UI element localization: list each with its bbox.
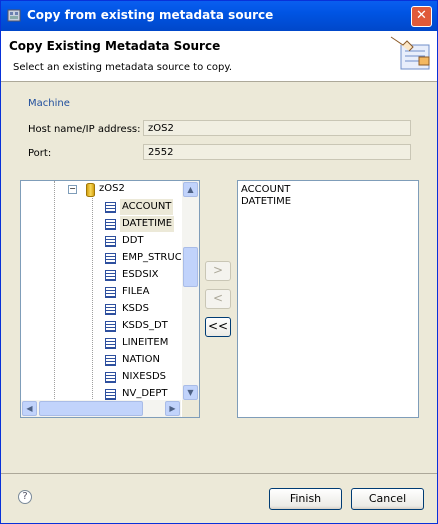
tree-node[interactable]: ACCOUNT — [120, 199, 174, 215]
host-label: Host name/IP address: — [28, 124, 141, 135]
port-field[interactable]: 2552 — [143, 144, 411, 160]
table-icon — [105, 372, 116, 383]
scroll-corner — [182, 400, 199, 417]
tree-node[interactable]: KSDS — [120, 301, 151, 317]
table-icon — [105, 202, 116, 213]
collapse-icon[interactable]: − — [68, 185, 77, 194]
page-title: Copy Existing Metadata Source — [9, 39, 221, 53]
help-icon[interactable]: ? — [18, 490, 32, 504]
tree-node[interactable]: DATETIME — [120, 216, 175, 232]
tree-node[interactable]: NATION — [120, 352, 162, 368]
page-subtitle: Select an existing metadata source to co… — [13, 62, 233, 73]
metadata-tree[interactable]: − zOS2 ACCOUNT DATETIME DDT EMP_STRUC ESDSIX… — [20, 180, 200, 418]
app-icon — [7, 9, 21, 22]
tree-node[interactable]: ESDSIX — [120, 267, 161, 283]
database-icon — [86, 183, 95, 197]
scroll-thumb-horizontal[interactable] — [39, 401, 143, 416]
table-icon — [105, 219, 116, 230]
table-icon — [105, 253, 116, 264]
scroll-thumb[interactable] — [183, 247, 198, 287]
table-icon — [105, 321, 116, 332]
table-icon — [105, 304, 116, 315]
cancel-button[interactable]: Cancel — [351, 488, 424, 510]
tree-node[interactable]: DDT — [120, 233, 146, 249]
list-item[interactable]: DATETIME — [241, 196, 291, 208]
tree-node[interactable]: LINEITEM — [120, 335, 170, 351]
host-field[interactable]: zOS2 — [143, 120, 411, 136]
tree-node[interactable]: KSDS_DT — [120, 318, 170, 334]
tree-node[interactable]: EMP_STRUC — [120, 250, 181, 266]
dialog-window: Copy from existing metadata source ✕ Cop… — [0, 0, 438, 524]
tree-node[interactable]: NV_DEPT — [120, 386, 169, 401]
scroll-down-icon[interactable]: ▼ — [183, 385, 198, 400]
tree-node[interactable]: FILEA — [120, 284, 151, 300]
remove-button[interactable]: < — [205, 289, 231, 309]
table-icon — [105, 389, 116, 400]
close-icon[interactable]: ✕ — [411, 6, 432, 27]
table-icon — [105, 287, 116, 298]
add-button[interactable]: > — [205, 261, 231, 281]
table-icon — [105, 270, 116, 281]
window-title: Copy from existing metadata source — [27, 8, 274, 22]
machine-section-label: Machine — [28, 98, 70, 109]
footer-separator — [1, 473, 437, 474]
list-item[interactable]: ACCOUNT — [241, 184, 290, 196]
wizard-header: Copy Existing Metadata Source Select an … — [1, 31, 437, 82]
tree-root-node[interactable]: zOS2 — [99, 181, 125, 197]
port-label: Port: — [28, 148, 52, 159]
scroll-left-icon[interactable]: ◀ — [22, 401, 37, 416]
selected-sources-list[interactable]: ACCOUNT DATETIME — [237, 180, 419, 418]
tree-horizontal-scrollbar[interactable]: ◀ ▶ — [21, 400, 181, 417]
scroll-right-icon[interactable]: ▶ — [165, 401, 180, 416]
scroll-up-icon[interactable]: ▲ — [183, 182, 198, 197]
tree-node[interactable]: NIXESDS — [120, 369, 168, 385]
tree-viewport: − zOS2 ACCOUNT DATETIME DDT EMP_STRUC ESDSIX… — [21, 181, 181, 401]
remove-all-button[interactable]: << — [205, 317, 231, 337]
finish-button[interactable]: Finish — [269, 488, 342, 510]
tree-vertical-scrollbar[interactable]: ▲ ▼ — [182, 181, 199, 401]
table-icon — [105, 338, 116, 349]
wizard-banner-icon — [390, 36, 430, 70]
table-icon — [105, 236, 116, 247]
table-icon — [105, 355, 116, 366]
title-bar[interactable]: Copy from existing metadata source ✕ — [1, 1, 437, 31]
tree-guide-line — [92, 195, 93, 401]
tree-guide-line — [54, 181, 55, 401]
